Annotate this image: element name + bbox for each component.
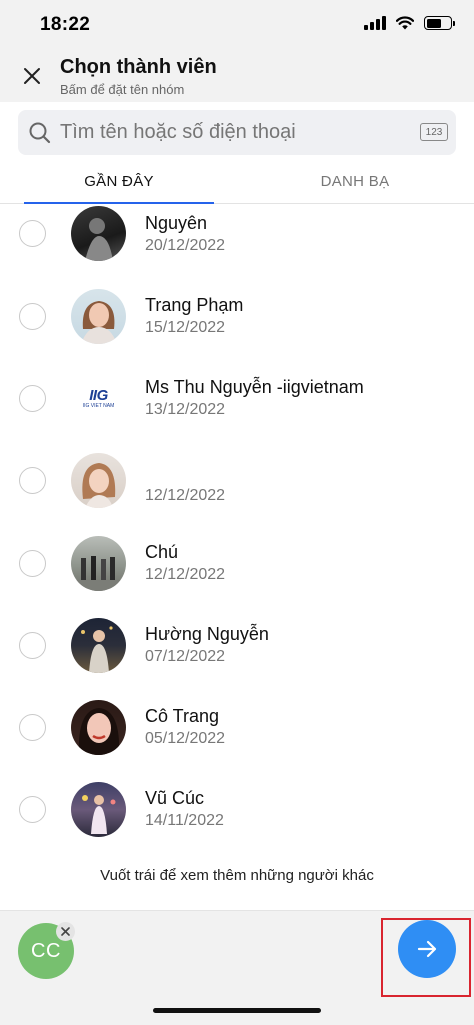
contact-date: 20/12/2022: [145, 237, 226, 254]
contact-name: Vũ Cúc: [145, 788, 205, 808]
arrow-right-icon: [417, 940, 437, 958]
close-icon: [24, 68, 40, 84]
close-icon: [61, 927, 70, 936]
iig-logo-mark: IIG: [89, 386, 108, 404]
avatar: [71, 536, 126, 591]
status-time: 18:22: [40, 14, 91, 35]
page-title: Chọn thành viên: [60, 56, 217, 78]
close-button[interactable]: [18, 62, 46, 90]
tab-contacts[interactable]: DANH BẠ: [260, 160, 450, 203]
tab-recent[interactable]: GẦN ĐÂY: [24, 160, 214, 204]
list-item[interactable]: Trang Phạm 15/12/2022: [0, 287, 474, 369]
signal-icon: [364, 16, 386, 30]
select-radio[interactable]: [19, 385, 46, 412]
avatar: IIG IIG VIET NAM: [71, 371, 126, 426]
contact-name: Nguyên: [145, 213, 208, 233]
avatar: [71, 782, 126, 837]
contact-date: 14/11/2022: [145, 812, 224, 829]
contact-name: Hường Nguyễn: [145, 624, 269, 644]
contact-list: Nguyên 20/12/2022 Trang Phạm 15/12/2022 …: [0, 205, 474, 905]
select-radio[interactable]: [19, 632, 46, 659]
remove-selected-button[interactable]: [56, 922, 75, 941]
iig-logo-caption: IIG VIET NAM: [82, 402, 115, 409]
avatar: [71, 289, 126, 344]
tab-bar: GẦN ĐÂY DANH BẠ: [0, 160, 474, 204]
battery-icon: [424, 16, 455, 30]
contact-date: 13/12/2022: [145, 401, 226, 418]
avatar: [71, 700, 126, 755]
status-bar: 18:22: [0, 0, 474, 50]
select-radio[interactable]: [19, 303, 46, 330]
select-radio[interactable]: [19, 220, 46, 247]
contact-date: 12/12/2022: [145, 566, 226, 583]
status-icons: [364, 16, 455, 30]
contact-name: Cô Trang: [145, 706, 220, 726]
search-icon: [29, 122, 51, 144]
list-item[interactable]: Cô Trang 05/12/2022: [0, 697, 474, 779]
next-button[interactable]: [398, 920, 456, 978]
home-indicator: [153, 1008, 321, 1013]
select-radio[interactable]: [19, 714, 46, 741]
contact-name: Trang Phạm: [145, 295, 244, 315]
avatar: [71, 453, 126, 508]
list-item[interactable]: IIG IIG VIET NAM Ms Thu Nguyễn -iigvietn…: [0, 369, 474, 451]
list-item[interactable]: 12/12/2022: [0, 451, 474, 533]
contact-date: 15/12/2022: [145, 319, 226, 336]
wifi-icon: [396, 16, 414, 30]
bottom-bar: CC: [0, 910, 474, 1025]
select-radio[interactable]: [19, 550, 46, 577]
header: Chọn thành viên Bấm để đặt tên nhóm: [0, 50, 474, 102]
search-input[interactable]: [60, 110, 410, 155]
numpad-toggle-button[interactable]: 123: [420, 123, 448, 141]
select-radio[interactable]: [19, 796, 46, 823]
contact-date: 12/12/2022: [145, 487, 226, 504]
iig-logo: IIG IIG VIET NAM: [83, 388, 115, 410]
contact-date: 07/12/2022: [145, 648, 226, 665]
contact-date: 05/12/2022: [145, 730, 226, 747]
avatar: [71, 618, 126, 673]
list-item[interactable]: Nguyên 20/12/2022: [0, 205, 474, 287]
avatar: [71, 206, 126, 261]
list-item[interactable]: Hường Nguyễn 07/12/2022: [0, 615, 474, 697]
select-radio[interactable]: [19, 467, 46, 494]
group-name-hint[interactable]: Bấm để đặt tên nhóm: [60, 82, 184, 97]
contact-name: Chú: [145, 542, 179, 562]
contact-name: Ms Thu Nguyễn -iigvietnam: [145, 377, 364, 397]
list-item[interactable]: Vũ Cúc 14/11/2022: [0, 779, 474, 861]
list-item[interactable]: Chú 12/12/2022: [0, 533, 474, 615]
search-bar[interactable]: 123: [18, 110, 456, 155]
swipe-hint: Vuốt trái để xem thêm những người khác: [100, 867, 374, 884]
